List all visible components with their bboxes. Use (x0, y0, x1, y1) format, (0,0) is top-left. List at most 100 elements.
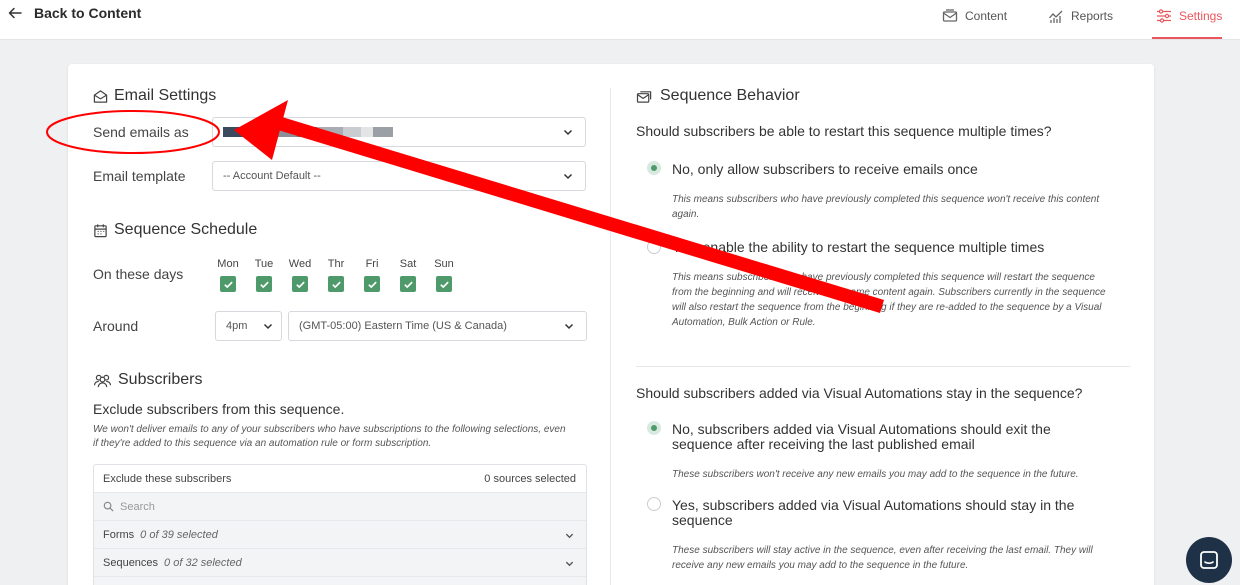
chevron-down-icon (564, 323, 574, 330)
tab-reports-label: Reports (1071, 9, 1114, 23)
sliders-icon (1157, 9, 1171, 23)
day-label-wed: Wed (288, 258, 312, 270)
exclude-row-forms[interactable]: Forms 0 of 39 selected (94, 521, 586, 549)
checkmark-icon (331, 281, 341, 288)
tab-reports[interactable]: Reports (1048, 6, 1113, 26)
option-exit-note: These subscribers won't receive any new … (672, 469, 1079, 480)
envelopes-icon (636, 90, 652, 103)
calendar-icon (94, 223, 107, 237)
send-emails-as-select[interactable] (212, 117, 586, 147)
envelope-icon (942, 9, 958, 22)
subscribers-title: Subscribers (118, 371, 203, 388)
exclude-heading: Exclude subscribers from this sequence. (93, 401, 345, 417)
radio-restart-multiple[interactable] (647, 240, 661, 254)
radio-receive-once[interactable] (647, 161, 661, 175)
sequence-behavior-heading: Sequence Behavior (636, 87, 800, 105)
day-label-tue: Tue (254, 258, 274, 270)
on-these-days-label: On these days (93, 266, 184, 282)
sequence-behavior-title: Sequence Behavior (660, 87, 800, 104)
email-settings-title: Email Settings (114, 87, 217, 104)
email-template-select[interactable]: -- Account Default -- (212, 161, 586, 191)
chart-icon (1049, 10, 1063, 23)
option-restart-label: Yes, enable the ability to restart the s… (672, 239, 1045, 255)
restart-question: Should subscribers be able to restart th… (636, 123, 1052, 139)
arrow-left-icon (8, 7, 22, 19)
back-to-content-link[interactable]: Back to Content (8, 5, 141, 21)
day-label-mon: Mon (217, 258, 239, 270)
row-count: 0 of 32 selected (164, 556, 242, 569)
checkmark-icon (259, 281, 269, 288)
day-label-sat: Sat (399, 258, 417, 270)
day-label-sun: Sun (434, 258, 454, 270)
tab-settings[interactable]: Settings (1156, 6, 1222, 26)
chevron-down-icon (563, 129, 573, 136)
checkmark-icon (403, 281, 413, 288)
option-stay-note-1: These subscribers will stay active in th… (672, 545, 1093, 556)
checkmark-icon (367, 281, 377, 288)
timezone-select[interactable]: (GMT-05:00) Eastern Time (US & Canada) (288, 311, 587, 341)
exclude-table-header: Exclude these subscribers 0 sources sele… (94, 465, 586, 493)
tab-settings-label: Settings (1179, 9, 1223, 23)
radio-exit-sequence[interactable] (647, 421, 661, 435)
day-checkbox-tue[interactable] (256, 276, 272, 292)
send-emails-as-label: Send emails as (93, 124, 189, 140)
tab-content-label: Content (965, 9, 1008, 23)
day-label-thr: Thr (327, 258, 345, 270)
day-checkbox-thr[interactable] (328, 276, 344, 292)
timezone-value: (GMT-05:00) Eastern Time (US & Canada) (299, 320, 507, 332)
day-checkbox-mon[interactable] (220, 276, 236, 292)
chat-launcher-button[interactable] (1186, 537, 1232, 583)
option-stay-note-2: receive any new emails you may add to th… (672, 560, 969, 571)
redacted-sender-value (223, 127, 393, 137)
checkmark-icon (439, 281, 449, 288)
email-template-label: Email template (93, 168, 186, 184)
row-label: Sequences (103, 556, 159, 569)
option-receive-once-label: No, only allow subscribers to receive em… (672, 161, 978, 177)
option-stay-label-2: sequence (672, 512, 733, 528)
search-icon (103, 501, 114, 512)
chevron-down-icon (565, 533, 574, 539)
option-exit-label-2: sequence after receiving the last publis… (672, 436, 975, 452)
sequence-schedule-title: Sequence Schedule (114, 221, 258, 238)
chevron-down-icon (263, 323, 273, 330)
radio-stay-in-sequence[interactable] (647, 497, 661, 511)
option-receive-once-note-2: again. (672, 209, 700, 220)
option-restart-note-2: from the beginning and will receive the … (672, 287, 1106, 298)
option-stay-label-1: Yes, subscribers added via Visual Automa… (672, 497, 1075, 513)
exclude-note-line1: We won't deliver emails to any of your s… (93, 424, 566, 435)
column-divider (610, 88, 611, 585)
option-restart-note-4: Automation, Bulk Action or Rule. (672, 317, 816, 328)
sources-selected-count: 0 sources selected (484, 472, 576, 485)
day-checkbox-wed[interactable] (292, 276, 308, 292)
day-checkbox-sat[interactable] (400, 276, 416, 292)
exclude-row-more[interactable] (94, 577, 586, 585)
around-label: Around (93, 318, 139, 334)
option-restart-note-3: will also restart the sequence from the … (672, 302, 1102, 313)
option-exit-label-1: No, subscribers added via Visual Automat… (672, 421, 1051, 437)
users-icon (93, 374, 112, 387)
tab-content[interactable]: Content (942, 6, 1007, 26)
exclude-table-title: Exclude these subscribers (103, 472, 232, 485)
option-receive-once-note-1: This means subscribers who have previous… (672, 194, 1100, 205)
day-checkbox-sun[interactable] (436, 276, 452, 292)
search-input[interactable]: Search (120, 501, 155, 513)
row-count: 0 of 39 selected (140, 528, 218, 541)
exclude-search-row[interactable]: Search (94, 493, 586, 521)
row-label: Forms (103, 528, 135, 541)
subscribers-heading: Subscribers (93, 371, 202, 389)
exclude-row-sequences[interactable]: Sequences 0 of 32 selected (94, 549, 586, 577)
option-restart-note-1: This means subscribers who have previous… (672, 272, 1095, 283)
day-checkbox-fri[interactable] (364, 276, 380, 292)
day-label-fri: Fri (365, 258, 379, 270)
chevron-down-icon (565, 561, 574, 567)
checkmark-icon (295, 281, 305, 288)
section-divider (636, 366, 1130, 367)
exclude-note-line2: if they're added to this sequence via an… (93, 438, 432, 449)
chevron-down-icon (563, 173, 573, 180)
time-value: 4pm (226, 320, 248, 332)
active-tab-indicator (1152, 37, 1222, 39)
time-select[interactable]: 4pm (215, 311, 282, 341)
visual-automation-question: Should subscribers added via Visual Auto… (636, 385, 1083, 401)
exclude-subscribers-table: Exclude these subscribers 0 sources sele… (93, 464, 587, 585)
top-navigation-bar: Back to Content Content Reports Settings (0, 0, 1240, 40)
